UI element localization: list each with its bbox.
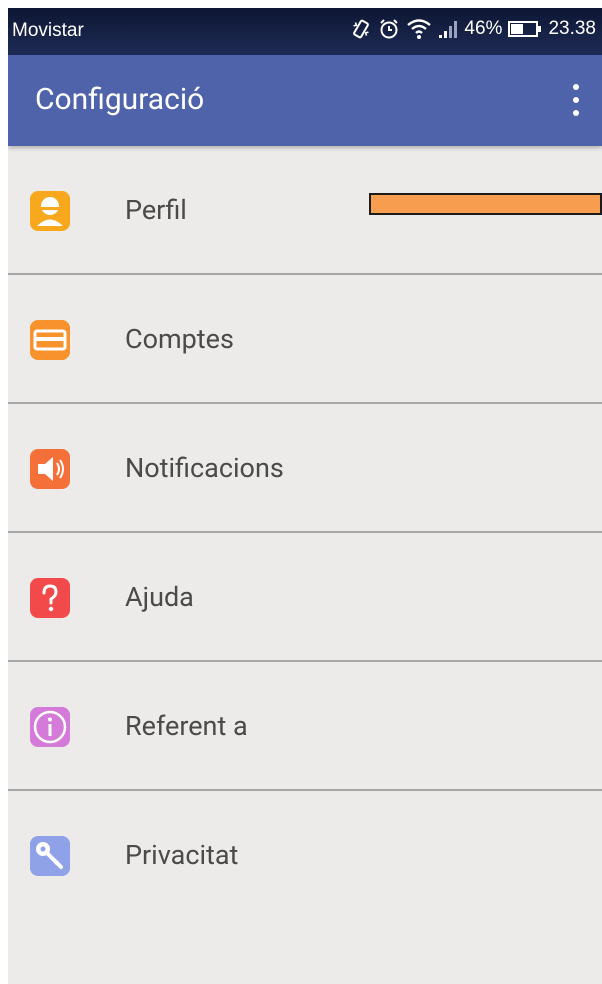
wifi-icon [406, 18, 432, 40]
vibrate-icon [350, 18, 372, 40]
battery-percent: 46% [464, 18, 503, 39]
signal-icon [438, 19, 458, 39]
notifications-icon [30, 449, 70, 489]
alarm-icon [378, 18, 400, 40]
carrier-name: Movistar [12, 20, 84, 41]
status-bar: Movistar 46% 23.38 [8, 8, 602, 55]
redaction-bar [369, 193, 602, 215]
overflow-menu-icon[interactable] [564, 80, 588, 120]
settings-item-label: Referent a [125, 710, 248, 742]
settings-item-label: Comptes [125, 323, 234, 355]
settings-item-label: Notificacions [125, 452, 284, 484]
battery-icon [508, 20, 542, 38]
settings-item-label: Privacitat [125, 839, 239, 871]
settings-list: Perfil Comptes Notificacions Ajuda Refer… [8, 146, 602, 920]
profile-icon [30, 191, 70, 231]
settings-screen: Movistar 46% 23.38 Configuració Perfil C… [8, 8, 602, 984]
about-icon [30, 707, 70, 747]
settings-item-label: Ajuda [125, 581, 194, 613]
privacy-icon [30, 836, 70, 876]
settings-item-referent-a[interactable]: Referent a [8, 662, 602, 791]
status-icons: 46% 23.38 [350, 18, 596, 40]
help-icon [30, 578, 70, 618]
settings-item-comptes[interactable]: Comptes [8, 275, 602, 404]
settings-item-notificacions[interactable]: Notificacions [8, 404, 602, 533]
page-title: Configuració [35, 82, 205, 117]
status-time: 23.38 [548, 18, 596, 39]
accounts-icon [30, 320, 70, 360]
settings-item-label: Perfil [125, 194, 187, 226]
settings-item-privacitat[interactable]: Privacitat [8, 791, 602, 920]
settings-item-ajuda[interactable]: Ajuda [8, 533, 602, 662]
app-bar: Configuració [8, 55, 602, 146]
